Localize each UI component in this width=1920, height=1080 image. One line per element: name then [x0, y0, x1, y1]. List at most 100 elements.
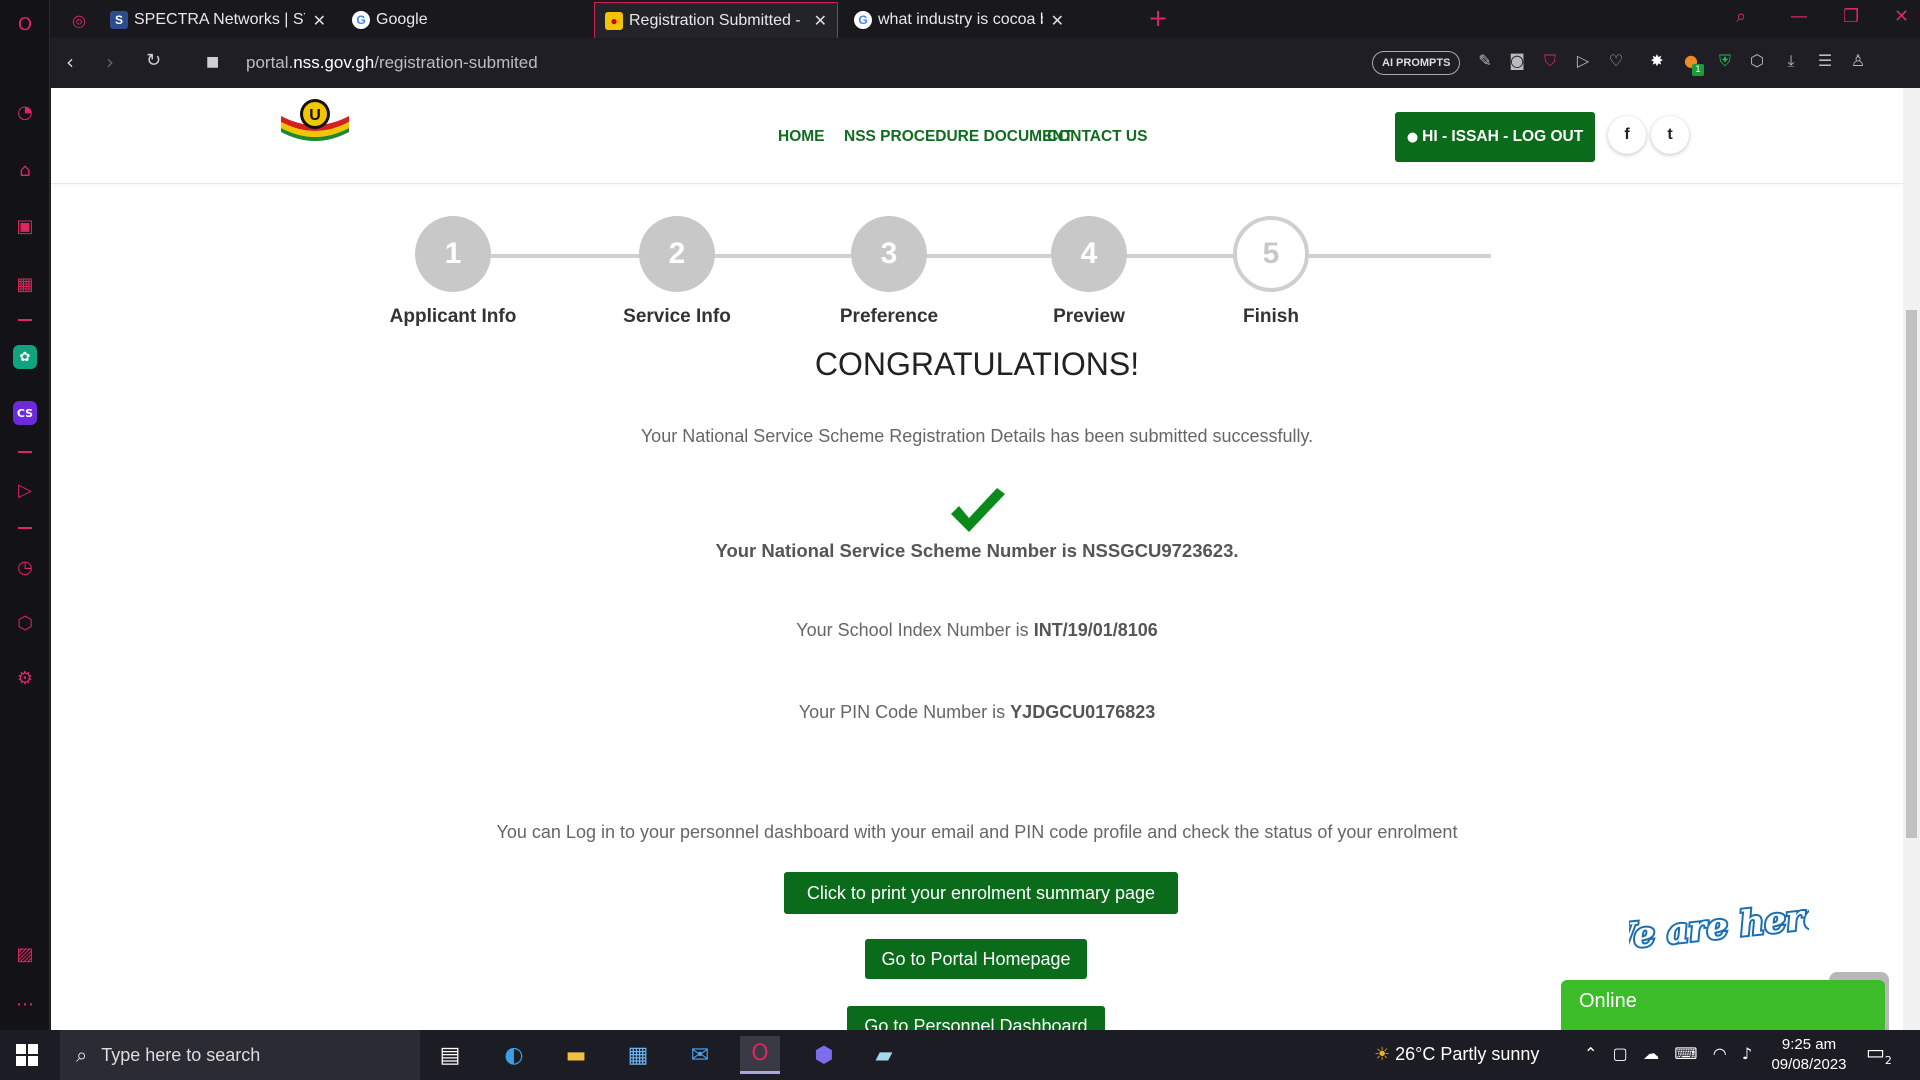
cube-icon[interactable]: ⬡	[13, 611, 37, 635]
tab-cocoa-search[interactable]: G what industry is cocoa boar ✕	[844, 2, 1074, 38]
step-label: Preference	[839, 306, 939, 327]
meet-icon[interactable]: ▢	[1613, 1044, 1628, 1063]
nss-number-text: Your National Service Scheme Number is N…	[715, 540, 1239, 561]
taskbar-clock[interactable]: 9:25 am 09/08/2023	[1764, 1035, 1854, 1075]
new-tab-plus-icon[interactable]: +	[1148, 4, 1168, 32]
chatgpt-icon[interactable]: ✿	[13, 345, 37, 369]
back-icon[interactable]: ‹	[66, 50, 74, 74]
opera-logo-icon[interactable]: O	[13, 12, 37, 36]
browser-sidebar: O ◔ ⌂ ▣ ▦ ✿ CS ▷ ◷ ⬡ ⚙ ▨ ⋯	[0, 0, 50, 1030]
camera-icon[interactable]: ◙	[1506, 51, 1528, 73]
sidebar-separator	[18, 527, 32, 529]
twitch-icon[interactable]: ▣	[13, 214, 37, 238]
notification-count: 2	[1884, 1054, 1892, 1067]
logout-button[interactable]: ● HI - ISSAH - LOG OUT	[1395, 112, 1595, 162]
close-tab-icon[interactable]: ✕	[313, 11, 326, 30]
vpn-shield-icon[interactable]: ⛨	[1714, 51, 1736, 73]
page-viewport: U HOME NSS PROCEDURE DOCUMENT CONTACT US…	[51, 88, 1903, 1030]
close-tab-icon[interactable]: ✕	[1051, 11, 1064, 30]
tab-spectra[interactable]: S SPECTRA Networks | STAY S ✕	[100, 2, 336, 38]
ai-prompts-button[interactable]: AI PROMPTS	[1372, 51, 1461, 75]
nss-logo[interactable]: U	[279, 94, 351, 146]
site-header: U HOME NSS PROCEDURE DOCUMENT CONTACT US…	[51, 88, 1903, 184]
minimize-icon[interactable]: —	[1790, 6, 1808, 27]
more-dots-icon[interactable]: ⋯	[13, 992, 37, 1016]
file-explorer-icon[interactable]: ▬	[556, 1036, 596, 1074]
taskbar-search-box[interactable]: ⌕ Type here to search	[60, 1030, 420, 1080]
close-tab-icon[interactable]: ✕	[814, 11, 827, 30]
step-label: Finish	[1243, 306, 1299, 327]
step-service-info: 2 Service Info	[597, 216, 757, 328]
task-view-icon[interactable]: ▤	[430, 1036, 470, 1074]
extension-badge: 1	[1692, 64, 1704, 76]
volume-icon[interactable]: ♪	[1742, 1044, 1752, 1063]
twitter-icon[interactable]: t	[1651, 116, 1689, 154]
microsoft-store-icon[interactable]: ▦	[618, 1036, 658, 1074]
edit-icon[interactable]: ✎	[1474, 51, 1496, 73]
cube-outline-icon[interactable]: ⬡	[1746, 51, 1768, 73]
player-icon[interactable]: ▷	[13, 478, 37, 502]
restore-icon[interactable]: ❐	[1843, 6, 1859, 27]
url-field[interactable]: portal.nss.gov.gh/registration-submited	[246, 53, 538, 73]
edge-icon[interactable]: ◐	[494, 1036, 534, 1074]
shopping-bag-icon[interactable]: ⌂	[13, 158, 37, 182]
step-number: 5	[1233, 216, 1309, 292]
step-label: Applicant Info	[389, 306, 517, 327]
step-preview: 4 Preview	[1009, 216, 1169, 328]
send-icon[interactable]: ▷	[1572, 51, 1594, 73]
image-icon[interactable]: ▨	[13, 942, 37, 966]
extension-icon[interactable]: ✸	[1646, 51, 1668, 73]
cs-app-icon[interactable]: CS	[13, 401, 37, 425]
facebook-icon[interactable]: f	[1608, 116, 1646, 154]
dashboard-note: You can Log in to your personnel dashboa…	[496, 822, 1458, 842]
download-icon[interactable]: ⤓	[1780, 51, 1802, 73]
gaming-tab-icon[interactable]: ◎	[62, 2, 92, 38]
input-icon[interactable]: ⌨	[1674, 1044, 1697, 1063]
windows-start-icon[interactable]	[16, 1044, 38, 1066]
reload-icon[interactable]: ↻	[146, 50, 161, 71]
chat-online-tab[interactable]: Online	[1561, 980, 1885, 1030]
portal-homepage-button[interactable]: Go to Portal Homepage	[865, 939, 1087, 979]
notification-center-icon[interactable]: ▭2	[1866, 1040, 1892, 1067]
forward-icon[interactable]: ›	[106, 50, 114, 74]
success-check-icon	[951, 488, 1005, 532]
step-number: 4	[1051, 216, 1127, 292]
heart-icon[interactable]: ♡	[1605, 51, 1627, 73]
notes-app-icon[interactable]: ▰	[864, 1036, 904, 1074]
settings-gear-icon[interactable]: ⚙	[13, 666, 37, 690]
search-tabs-icon[interactable]: ⌕	[1736, 6, 1746, 27]
google-favicon-icon: G	[854, 11, 872, 29]
app-hexagon-icon[interactable]: ⬢	[804, 1036, 844, 1074]
history-icon[interactable]: ◷	[13, 555, 37, 579]
spectra-favicon-icon: S	[110, 11, 128, 29]
weather-widget[interactable]: ☀ 26°C Partly sunny	[1374, 1044, 1539, 1065]
user-icon: ●	[1406, 129, 1419, 145]
we-are-here-banner[interactable]: We are here!	[1629, 876, 1809, 976]
clock-time: 9:25 am	[1781, 1036, 1837, 1053]
opera-taskbar-icon[interactable]: O	[740, 1036, 780, 1074]
chevron-up-icon[interactable]: ⌃	[1584, 1044, 1597, 1063]
page-scrollbar[interactable]	[1903, 88, 1920, 1030]
chip-icon[interactable]: ▦	[13, 272, 37, 296]
school-index-line: Your School Index Number is INT/19/01/81…	[796, 620, 1158, 640]
nav-home[interactable]: HOME	[778, 128, 825, 146]
shield-block-icon[interactable]: ⛉	[1539, 51, 1561, 73]
mail-icon[interactable]: ✉	[680, 1036, 720, 1074]
sidebar-separator	[18, 451, 32, 453]
speed-dial-icon[interactable]: ◔	[13, 100, 37, 124]
profile-icon[interactable]: ♙	[1847, 51, 1869, 73]
personnel-dashboard-button[interactable]: Go to Personnel Dashboard	[847, 1006, 1105, 1030]
address-bar-row: ‹ › ↻ ■ portal.nss.gov.gh/registration-s…	[50, 38, 1920, 88]
nav-procedure-document[interactable]: NSS PROCEDURE DOCUMENT	[844, 128, 1073, 146]
step-applicant-info: 1 Applicant Info	[373, 216, 533, 328]
easy-setup-icon[interactable]: ☰	[1814, 51, 1836, 73]
close-window-icon[interactable]: ✕	[1894, 6, 1909, 27]
wifi-icon[interactable]: ◠	[1713, 1044, 1727, 1063]
tab-registration-submitted[interactable]: ● Registration Submitted - N ✕	[594, 2, 838, 38]
nav-contact-us[interactable]: CONTACT US	[1047, 128, 1147, 146]
scrollbar-thumb[interactable]	[1906, 310, 1917, 838]
print-enrolment-button[interactable]: Click to print your enrolment summary pa…	[784, 872, 1178, 914]
lock-icon: ■	[206, 54, 220, 70]
school-index-value: INT/19/01/8106	[1033, 620, 1158, 640]
onedrive-icon[interactable]: ☁	[1643, 1044, 1659, 1063]
